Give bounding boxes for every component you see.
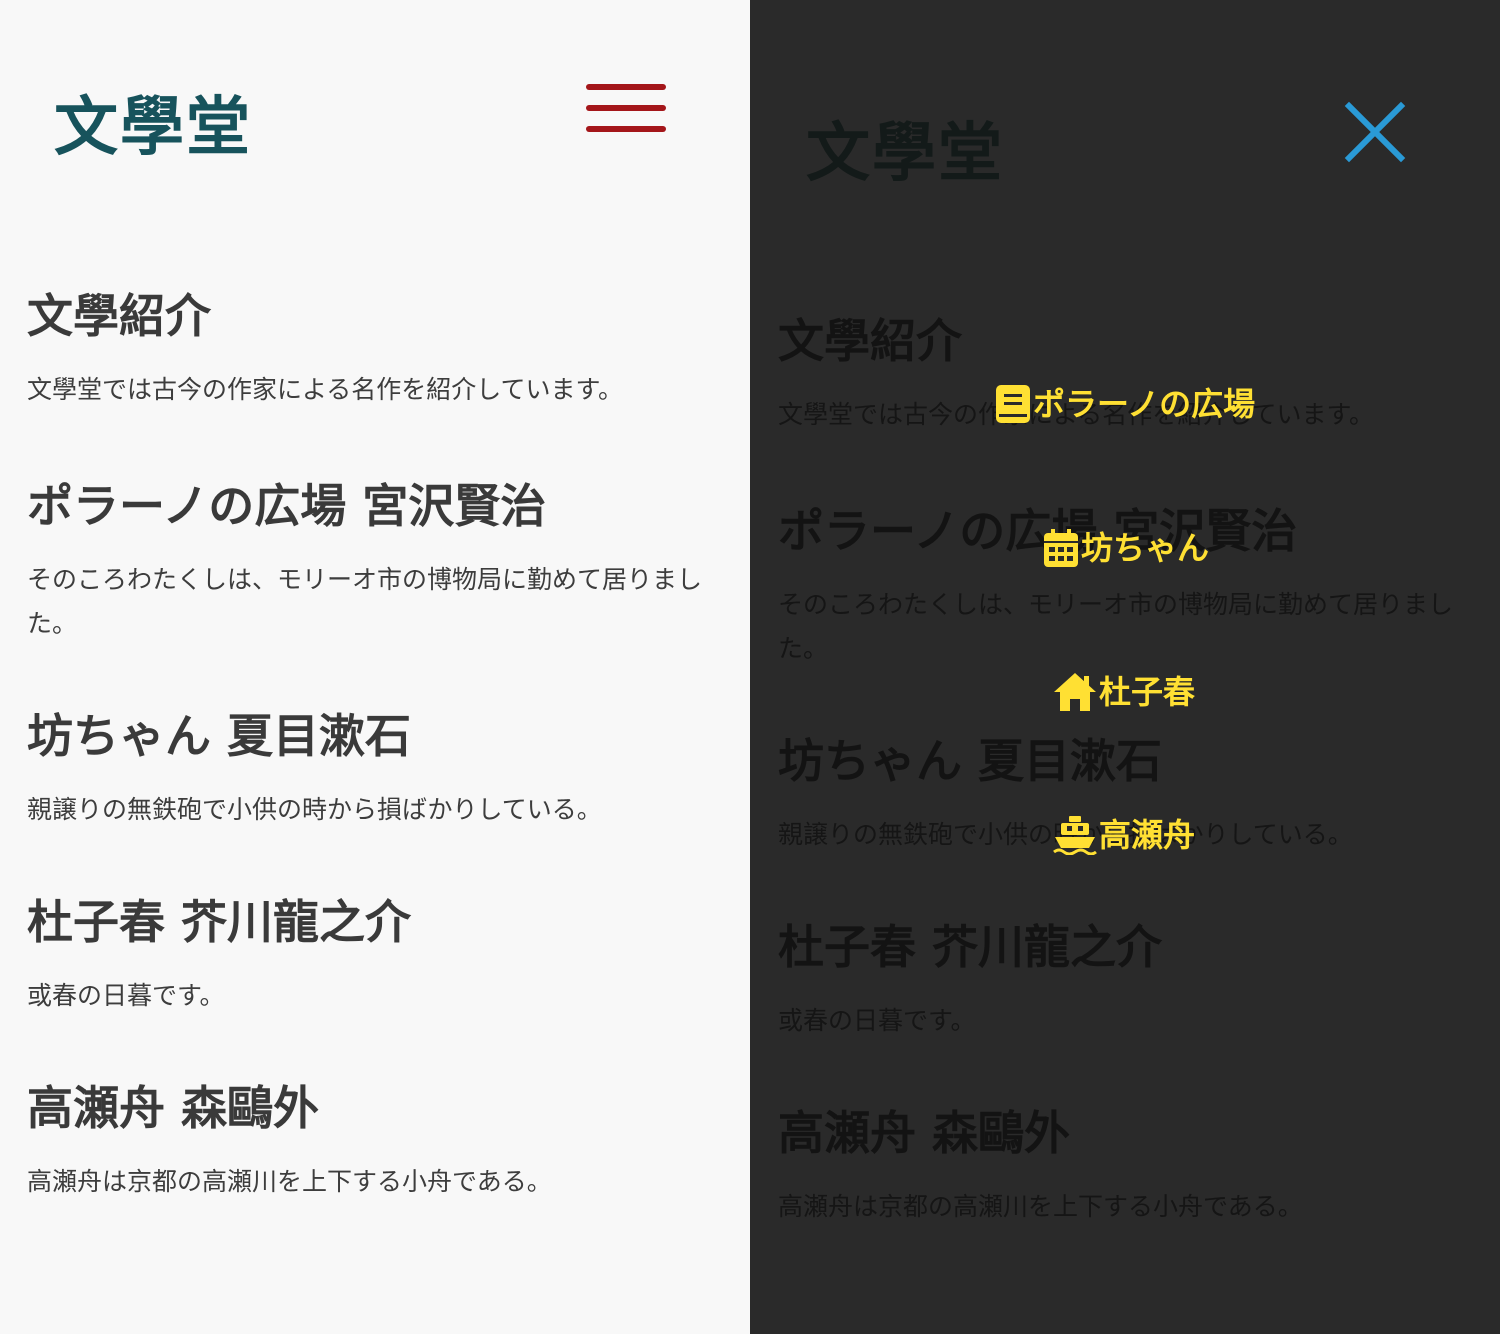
page-view-closed: 文學堂 文學紹介 文學堂では古今の作家による名作を紹介しています。 ポラーノの広…: [0, 0, 750, 1334]
calendar-icon: [1044, 529, 1078, 567]
page-view-menu-open: 文學堂 文學紹介 文學堂では古今の作家による名作を紹介しています。 ポラーノの広…: [751, 0, 1500, 1334]
section-title: 杜子春 芥川龍之介: [27, 895, 412, 949]
menu-item-label: 坊ちゃん: [1081, 529, 1210, 567]
nav-menu: ポラーノの広場 坊ちゃん 杜子春 高瀬舟: [751, 0, 1500, 1334]
section-text: そのころわたくしは、モリーオ市の博物局に勤めて居りました。: [27, 565, 703, 638]
section-botchan: 坊ちゃん 夏目漱石 親譲りの無鉄砲で小供の時から損ばかりしている。: [27, 708, 717, 894]
section-text: 或春の日暮です。: [27, 981, 225, 1010]
menu-item-label: 杜子春: [1099, 673, 1196, 711]
menu-item-toshishun[interactable]: 杜子春: [1053, 672, 1195, 712]
menu-item-botchan[interactable]: 坊ちゃん: [1043, 528, 1209, 568]
section-title: ポラーノの広場 宮沢賢治: [27, 479, 547, 533]
book-icon: [996, 385, 1030, 423]
section-polano: ポラーノの広場 宮沢賢治 そのころわたくしは、モリーオ市の博物局に勤めて居りまし…: [27, 478, 717, 708]
section-text: 高瀬舟は京都の高瀬川を上下する小舟である。: [27, 1167, 552, 1196]
ship-icon: [1053, 816, 1097, 855]
section-text: 親譲りの無鉄砲で小供の時から損ばかりしている。: [27, 795, 602, 824]
section-title: 文學紹介: [27, 289, 211, 343]
hamburger-menu-button[interactable]: [586, 84, 666, 132]
section-toshishun: 杜子春 芥川龍之介 或春の日暮です。: [27, 894, 717, 1080]
section-text: 文學堂では古今の作家による名作を紹介しています。: [27, 375, 624, 404]
menu-item-label: 高瀬舟: [1099, 816, 1196, 854]
hamburger-line: [586, 84, 666, 90]
section-intro: 文學紹介 文學堂では古今の作家による名作を紹介しています。: [27, 288, 717, 478]
main-content: 文學紹介 文學堂では古今の作家による名作を紹介しています。 ポラーノの広場 宮沢…: [27, 288, 717, 1200]
menu-item-label: ポラーノの広場: [1033, 385, 1256, 423]
home-icon: [1054, 673, 1096, 711]
menu-item-polano[interactable]: ポラーノの広場: [995, 384, 1255, 424]
hamburger-line: [586, 126, 666, 132]
menu-item-takasebune[interactable]: 高瀬舟: [1053, 815, 1195, 855]
site-logo[interactable]: 文學堂: [54, 96, 252, 160]
hamburger-line: [586, 105, 666, 111]
section-title: 坊ちゃん 夏目漱石: [27, 709, 412, 763]
section-takasebune: 高瀬舟 森鷗外 高瀬舟は京都の高瀬川を上下する小舟である。: [27, 1080, 717, 1200]
section-title: 高瀬舟 森鷗外: [27, 1081, 320, 1135]
